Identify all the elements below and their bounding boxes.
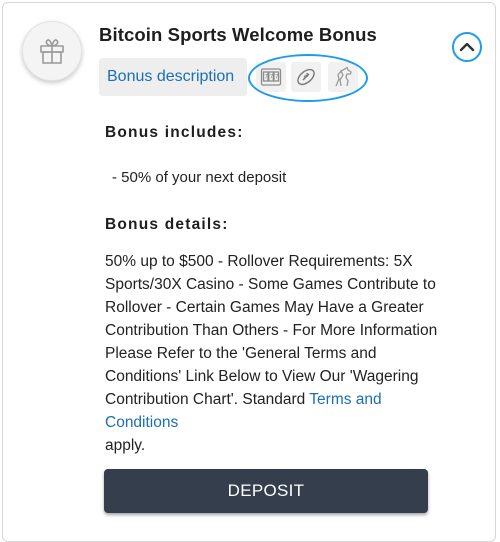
- svg-text:7: 7: [270, 74, 274, 81]
- football-icon[interactable]: [291, 62, 321, 92]
- details-heading: Bonus details:: [105, 216, 229, 233]
- horse-racing-icon[interactable]: [328, 62, 358, 92]
- bonus-card: Bitcoin Sports Welcome Bonus Bonus descr…: [2, 2, 496, 542]
- bonus-title: Bitcoin Sports Welcome Bonus: [99, 24, 377, 45]
- details-suffix: apply.: [105, 437, 146, 454]
- include-item: - 50% of your next deposit: [112, 169, 287, 186]
- gift-icon: [40, 39, 64, 64]
- details-body: 50% up to $500 - Rollover Requirements: …: [105, 253, 438, 408]
- deposit-button[interactable]: DEPOSIT: [104, 469, 428, 513]
- tab-bonus-description[interactable]: Bonus description: [99, 58, 247, 96]
- svg-text:7: 7: [275, 74, 279, 81]
- includes-heading: Bonus includes:: [105, 124, 244, 141]
- svg-text:7: 7: [264, 74, 268, 81]
- chevron-up-icon: [459, 42, 475, 52]
- details-text: 50% up to $500 - Rollover Requirements: …: [105, 250, 445, 457]
- gift-badge: [22, 21, 82, 81]
- collapse-button[interactable]: [452, 32, 482, 62]
- slot-machine-icon[interactable]: 7 7 7: [256, 62, 286, 92]
